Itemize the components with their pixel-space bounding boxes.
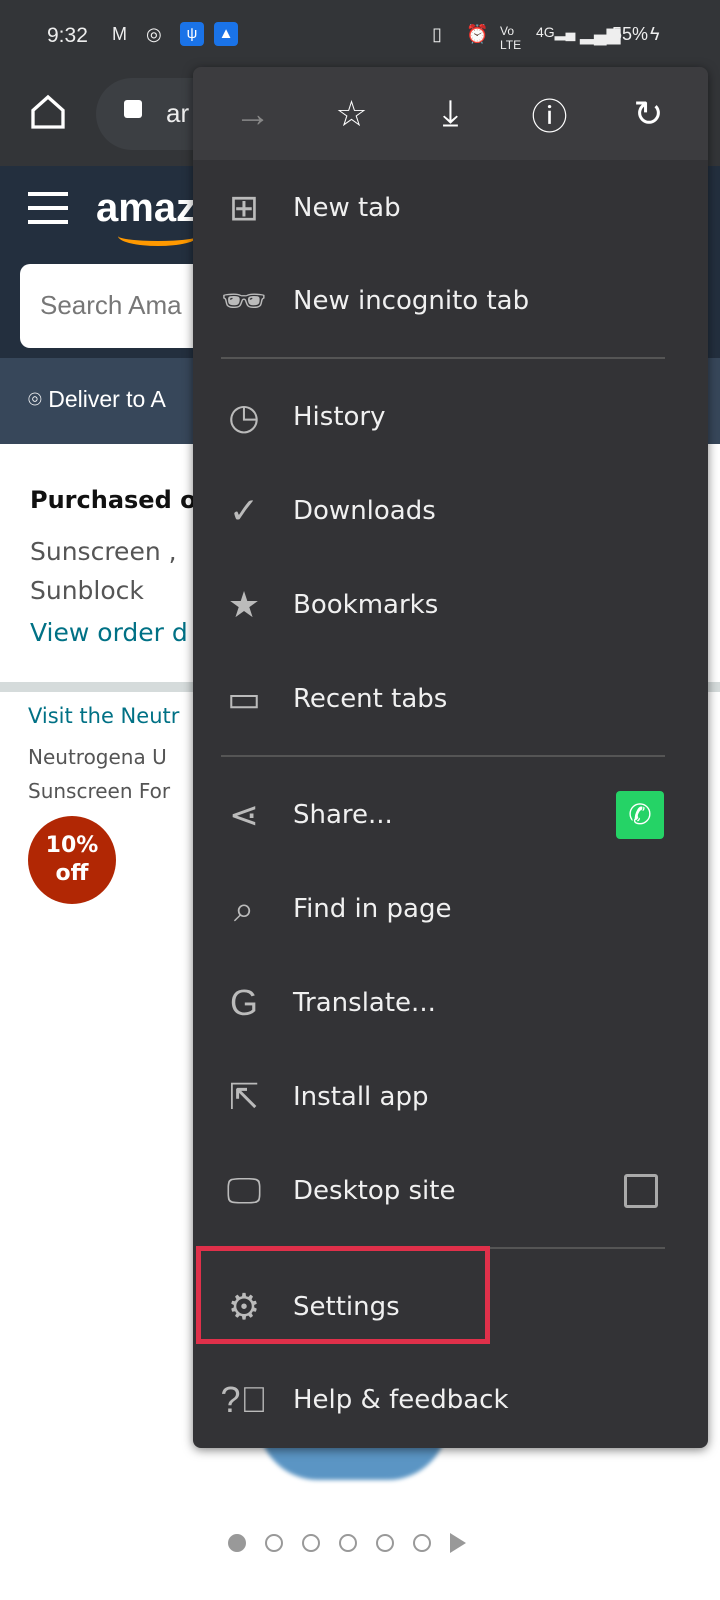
lock-icon bbox=[124, 100, 142, 118]
purchased-product: Sunscreen , Sunblock bbox=[30, 532, 177, 610]
clock: 9:32 bbox=[47, 24, 88, 47]
menu-item-translate[interactable]: G Translate... bbox=[193, 956, 708, 1050]
menu-label: New tab bbox=[293, 193, 401, 223]
menu-item-history[interactable]: ◷ History bbox=[193, 370, 708, 464]
settings-highlight-box bbox=[196, 1246, 490, 1344]
title-line: Neutrogena U bbox=[28, 745, 167, 769]
help-icon: ?⃝ bbox=[220, 1379, 268, 1420]
carousel-next-icon[interactable] bbox=[450, 1533, 466, 1553]
menu-label: Recent tabs bbox=[293, 684, 448, 714]
menu-item-desktop-site[interactable]: 🖵 Desktop site bbox=[193, 1144, 708, 1238]
battery-level: 55% bbox=[612, 24, 649, 44]
devices-icon: ▭ bbox=[226, 678, 261, 719]
share-icon: ⋖ bbox=[228, 794, 260, 835]
menu-label: Desktop site bbox=[293, 1176, 456, 1206]
carousel-dot[interactable] bbox=[376, 1534, 394, 1552]
menu-label: Share... bbox=[293, 800, 393, 830]
gmail-icon: M bbox=[112, 24, 127, 44]
status-bar: 9:32 M ◎ ψ ▲ ▯ ⏰ Vo LTE 4G▂▄ ▂▄▆ 55% ϟ bbox=[0, 0, 720, 70]
menu-item-downloads[interactable]: ✓ Downloads bbox=[193, 464, 708, 558]
desktop-site-checkbox[interactable] bbox=[624, 1174, 658, 1208]
menu-item-new-incognito-tab[interactable]: 🕶 New incognito tab bbox=[193, 254, 708, 348]
forward-icon[interactable]: → bbox=[228, 93, 278, 135]
carousel-dot[interactable] bbox=[413, 1534, 431, 1552]
star-icon: ★ bbox=[227, 584, 261, 625]
carousel-dot[interactable] bbox=[265, 1534, 283, 1552]
menu-divider bbox=[221, 755, 665, 757]
discount-badge: 10% off bbox=[28, 816, 116, 904]
carousel-dot[interactable] bbox=[228, 1534, 246, 1552]
menu-label: Translate... bbox=[293, 988, 436, 1018]
home-icon[interactable] bbox=[28, 92, 68, 132]
carousel-dot[interactable] bbox=[302, 1534, 320, 1552]
menu-label: Bookmarks bbox=[293, 590, 439, 620]
view-order-link[interactable]: View order d bbox=[30, 618, 188, 647]
menu-label: Find in page bbox=[293, 894, 452, 924]
menu-item-new-tab[interactable]: ⊞ New tab bbox=[193, 161, 708, 255]
menu-item-install-app[interactable]: ⇱ Install app bbox=[193, 1050, 708, 1144]
install-icon: ⇱ bbox=[228, 1076, 260, 1117]
find-icon: ⌕ bbox=[233, 887, 255, 929]
menu-label: Install app bbox=[293, 1082, 429, 1112]
menu-toolbar: → ☆ ⤓ ⓘ ↻ bbox=[193, 67, 708, 160]
charging-icon: ϟ bbox=[650, 24, 660, 44]
browser-menu: → ☆ ⤓ ⓘ ↻ ⊞ New tab 🕶 New incognito tab ◷ H… bbox=[193, 67, 708, 1448]
menu-label: Help & feedback bbox=[293, 1385, 509, 1415]
downloads-icon: ✓ bbox=[228, 490, 260, 531]
badge-pct: 10% bbox=[45, 833, 99, 858]
product-title: Neutrogena U Sunscreen For bbox=[28, 740, 170, 808]
location-icon: ⌾ bbox=[28, 386, 49, 412]
new-tab-icon: ⊞ bbox=[228, 187, 260, 228]
refresh-icon[interactable]: ↻ bbox=[624, 93, 674, 135]
menu-label: History bbox=[293, 402, 386, 432]
history-icon: ◷ bbox=[228, 396, 260, 437]
product-line: Sunscreen , bbox=[30, 537, 177, 566]
menu-label: New incognito tab bbox=[293, 286, 530, 316]
info-icon[interactable]: ⓘ bbox=[525, 88, 575, 140]
4g-signal-icon: 4G▂▄ bbox=[536, 24, 576, 40]
volte-icon: Vo LTE bbox=[500, 24, 522, 52]
menu-item-bookmarks[interactable]: ★ Bookmarks bbox=[193, 558, 708, 652]
carousel-dots bbox=[228, 1533, 466, 1553]
badge-off: off bbox=[55, 861, 89, 886]
menu-item-find-in-page[interactable]: ⌕ Find in page bbox=[193, 862, 708, 956]
whatsapp-icon[interactable]: ✆ bbox=[616, 791, 664, 839]
incognito-icon: 🕶 bbox=[221, 280, 267, 321]
menu-divider bbox=[221, 357, 665, 359]
carousel-dot[interactable] bbox=[339, 1534, 357, 1552]
translate-icon: G bbox=[229, 982, 258, 1023]
android-icon: ▲ bbox=[214, 22, 238, 46]
alarm-icon: ⏰ bbox=[466, 24, 489, 44]
download-icon[interactable]: ⤓ bbox=[426, 92, 476, 135]
instagram-icon: ◎ bbox=[146, 24, 162, 44]
menu-icon[interactable] bbox=[28, 192, 68, 234]
title-line: Sunscreen For bbox=[28, 779, 171, 803]
menu-item-help-feedback[interactable]: ?⃝ Help & feedback bbox=[193, 1353, 708, 1447]
amazon-smile-logo bbox=[118, 226, 198, 246]
url-text: ar bbox=[166, 98, 190, 128]
menu-label: Downloads bbox=[293, 496, 436, 526]
purchased-heading: Purchased o bbox=[30, 486, 197, 514]
menu-item-recent-tabs[interactable]: ▭ Recent tabs bbox=[193, 652, 708, 746]
deliver-text: Deliver to A bbox=[48, 386, 166, 412]
vibrate-icon: ▯ bbox=[432, 24, 442, 44]
desktop-icon: 🖵 bbox=[226, 1169, 262, 1211]
visit-store-link[interactable]: Visit the Neutr bbox=[28, 704, 179, 728]
usb-icon: ψ bbox=[180, 22, 204, 46]
bookmark-star-icon[interactable]: ☆ bbox=[327, 93, 377, 135]
amazon-logo[interactable]: amaz bbox=[96, 186, 196, 231]
product-line: Sunblock bbox=[30, 576, 144, 605]
menu-item-share[interactable]: ⋖ Share... ✆ bbox=[193, 768, 708, 862]
